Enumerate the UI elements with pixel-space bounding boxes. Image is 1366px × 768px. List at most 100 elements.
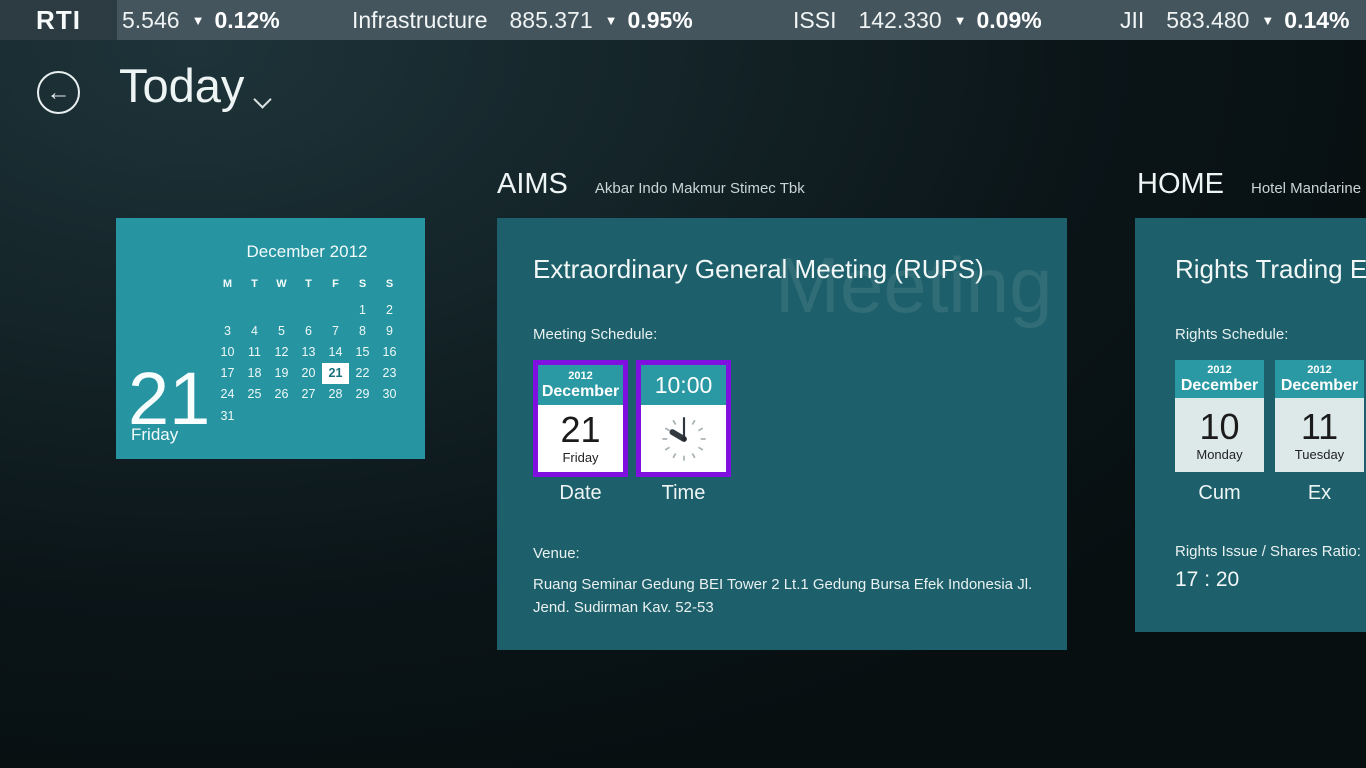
ratio-label: Rights Issue / Shares Ratio: [1175,543,1361,560]
date-tile-day: 11 [1301,409,1338,445]
weekday-label: S [349,278,376,290]
weekday-label: T [295,278,322,290]
calendar-day-empty [295,405,322,426]
calendar-day-empty [241,405,268,426]
date-tile-weekday: Monday [1196,447,1242,462]
ticker-item: Infrastructure 885.371 ▼ 0.95% [352,0,693,40]
calendar-day[interactable]: 28 [322,384,349,405]
calendar-day-empty [268,299,295,320]
date-tile-year: 2012 [568,370,592,383]
meeting-schedule-label: Meeting Schedule: [533,326,657,343]
date-tile-month: December [1281,377,1358,395]
calendar-tile[interactable]: December 2012 MTWTFSS 123456789101112131… [116,218,425,459]
weekday-label: S [376,278,403,290]
rti-logo: RTI [0,0,117,40]
calendar-day[interactable]: 15 [349,341,376,362]
company-name: Hotel Mandarine Re [1251,180,1366,197]
date-tile-day: 10 [1199,409,1239,445]
event-card-home[interactable]: Rights Trading Ends Rights Schedule: 201… [1135,218,1366,632]
calendar-day[interactable]: 23 [376,363,403,384]
calendar-day[interactable]: 29 [349,384,376,405]
ticker-item: ISSI 142.330 ▼ 0.09% [793,0,1042,40]
calendar-day[interactable]: 27 [295,384,322,405]
time-caption: Time [636,482,731,505]
index-value: 142.330 [858,7,941,34]
calendar-day[interactable]: 19 [268,363,295,384]
calendar-day[interactable]: 30 [376,384,403,405]
meeting-date-tile[interactable]: 2012 December 21 Friday [533,360,628,477]
ticker-item: JII 583.480 ▼ 0.14% [1120,0,1350,40]
date-caption: Date [533,482,628,505]
back-button[interactable]: ← [37,71,80,114]
meeting-time-tile[interactable]: 10:00 [636,360,731,477]
time-tile-value: 10:00 [655,372,713,399]
group-header-home: HOME Hotel Mandarine Re [1137,168,1366,201]
clock-icon [655,410,713,468]
venue-label: Venue: [533,545,580,562]
index-change: 0.14% [1284,7,1349,34]
company-name: Akbar Indo Makmur Stimec Tbk [595,180,805,197]
ex-date-tile[interactable]: 2012 December 11 Tuesday [1275,360,1364,472]
event-card-aims[interactable]: Meeting Extraordinary General Meeting (R… [497,218,1067,650]
calendar-day[interactable]: 1 [349,299,376,320]
event-title: Rights Trading Ends [1175,254,1366,285]
chevron-down-icon[interactable] [253,90,271,108]
stock-code: HOME [1137,168,1224,201]
today-screen: RTI 5.546 ▼ 0.12% Infrastructure 885.371… [0,0,1366,768]
calendar-day[interactable]: 16 [376,341,403,362]
weekday-label: F [322,278,349,290]
venue-text: Ruang Seminar Gedung BEI Tower 2 Lt.1 Ge… [533,573,1038,620]
index-ticker-bar: RTI 5.546 ▼ 0.12% Infrastructure 885.371… [0,0,1366,40]
calendar-day[interactable]: 13 [295,341,322,362]
calendar-day[interactable]: 18 [241,363,268,384]
index-change: 0.09% [976,7,1041,34]
ticker-item: 5.546 ▼ 0.12% [122,0,280,40]
down-arrow-icon: ▼ [192,13,205,28]
calendar-day[interactable]: 25 [241,384,268,405]
calendar-day-empty [349,405,376,426]
index-name: ISSI [793,7,836,34]
calendar-day-empty [322,299,349,320]
calendar-day[interactable]: 26 [268,384,295,405]
calendar-day[interactable]: 10 [214,341,241,362]
down-arrow-icon: ▼ [954,13,967,28]
calendar-weekday-row: MTWTFSS [214,278,403,290]
cum-date-tile[interactable]: 2012 December 10 Monday [1175,360,1264,472]
date-tile-weekday: Tuesday [1295,447,1344,462]
calendar-day[interactable]: 9 [376,320,403,341]
calendar-day[interactable]: 24 [214,384,241,405]
calendar-day[interactable]: 2 [376,299,403,320]
calendar-day[interactable]: 3 [214,320,241,341]
calendar-day[interactable]: 14 [322,341,349,362]
calendar-day[interactable]: 12 [268,341,295,362]
index-change: 0.12% [214,7,279,34]
index-value: 5.546 [122,7,180,34]
date-tile-header: 2012 December [538,365,623,405]
calendar-day[interactable]: 7 [322,320,349,341]
calendar-day[interactable]: 17 [214,363,241,384]
calendar-day[interactable]: 22 [349,363,376,384]
date-tile-month: December [542,383,619,401]
calendar-day[interactable]: 6 [295,320,322,341]
down-arrow-icon: ▼ [1261,13,1274,28]
calendar-day-empty [268,405,295,426]
calendar-day[interactable]: 8 [349,320,376,341]
index-value: 885.371 [510,7,593,34]
calendar-day[interactable]: 4 [241,320,268,341]
index-change: 0.95% [628,7,693,34]
date-tile-day: 21 [560,412,600,448]
group-header-aims: AIMS Akbar Indo Makmur Stimec Tbk [497,168,805,201]
date-tile-month: December [1181,377,1258,395]
calendar-day[interactable]: 5 [268,320,295,341]
date-tile-header: 2012 December [1175,360,1264,398]
calendar-day[interactable]: 11 [241,341,268,362]
index-value: 583.480 [1166,7,1249,34]
calendar-day[interactable]: 31 [214,405,241,426]
down-arrow-icon: ▼ [605,13,618,28]
page-title[interactable]: Today [119,58,244,113]
calendar-day[interactable]: 21 [322,363,349,384]
cum-caption: Cum [1175,482,1264,505]
weekday-label: W [268,278,295,290]
calendar-day[interactable]: 20 [295,363,322,384]
calendar-day-empty [322,405,349,426]
